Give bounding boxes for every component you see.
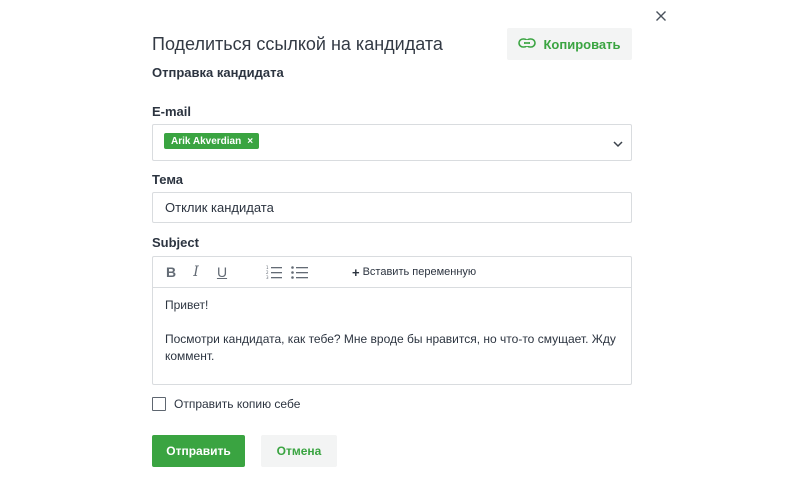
send-button[interactable]: Отправить [152,435,245,467]
insert-variable-label: Вставить переменную [362,266,477,278]
editor-body[interactable]: Привет! Посмотри кандидата, как тебе? Мн… [165,297,623,382]
ordered-list-icon[interactable]: 1 2 3 [266,263,282,281]
unordered-list-icon[interactable] [291,263,309,281]
chevron-down-icon[interactable] [612,137,624,149]
copy-to-self-label: Отправить копию себе [174,397,301,411]
copy-to-self-row[interactable]: Отправить копию себе [152,397,300,411]
remove-tag-icon[interactable]: × [247,136,253,147]
plus-icon: + [352,264,360,280]
underline-button[interactable]: U [215,263,229,281]
topic-input[interactable] [152,192,632,223]
copy-to-self-checkbox[interactable] [152,397,166,411]
rich-text-editor[interactable]: B I U 1 2 3 + Вставить переменную Привет… [152,256,632,385]
dialog-title: Поделиться ссылкой на кандидата [152,34,443,54]
copy-link-button[interactable]: Копировать [507,28,632,60]
bold-button[interactable]: B [164,263,178,281]
email-tag-label: Arik Akverdian [171,135,242,147]
email-tag: Arik Akverdian × [164,133,260,149]
close-icon[interactable] [653,8,669,24]
email-label: E-mail [152,104,192,119]
link-icon [518,37,537,52]
insert-variable-button[interactable]: + Вставить переменную [352,263,476,281]
editor-toolbar: B I U 1 2 3 + Вставить переменную [153,257,631,288]
dialog-subtitle: Отправка кандидата [152,65,284,80]
editor-line: Посмотри кандидата, как тебе? Мне вроде … [165,332,616,363]
editor-line: Привет! [165,298,209,312]
email-field[interactable]: Arik Akverdian × [152,124,632,161]
italic-button[interactable]: I [189,263,203,281]
subject-label: Subject [152,235,199,250]
topic-label: Тема [152,172,184,187]
svg-text:3: 3 [266,275,269,279]
copy-button-label: Копировать [543,36,621,52]
cancel-button[interactable]: Отмена [261,435,337,467]
